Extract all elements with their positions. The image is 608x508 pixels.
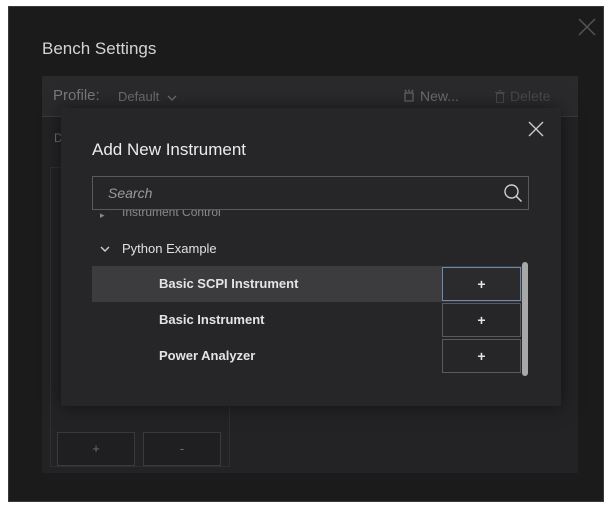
add-item-button[interactable]: + bbox=[442, 339, 521, 373]
instrument-label: Basic Instrument bbox=[159, 312, 265, 327]
chevron-down-icon bbox=[100, 246, 110, 252]
bench-settings-title: Bench Settings bbox=[42, 39, 157, 58]
close-icon[interactable] bbox=[576, 16, 598, 38]
new-profile-button[interactable]: New... bbox=[402, 88, 459, 104]
delete-profile-label: Delete bbox=[510, 88, 551, 104]
tree-group-label: Python Example bbox=[122, 241, 217, 256]
new-icon bbox=[404, 89, 414, 102]
profile-dropdown[interactable]: Default bbox=[118, 89, 178, 104]
profile-label: Profile: bbox=[53, 87, 100, 104]
remove-instrument-button[interactable]: - bbox=[143, 432, 221, 466]
trash-icon bbox=[495, 90, 505, 104]
instrument-label: Basic SCPI Instrument bbox=[159, 276, 299, 291]
scrollbar-thumb[interactable] bbox=[522, 262, 528, 376]
instrument-tree: ▸ Instrument Control Python Example Basi… bbox=[92, 210, 532, 378]
tree-group-python-example[interactable]: Python Example bbox=[92, 234, 522, 264]
list-item[interactable]: Power Analyzer + bbox=[92, 338, 522, 374]
search-box bbox=[92, 176, 529, 210]
add-instrument-dialog: Add New Instrument ▸ Instrument Control … bbox=[61, 108, 561, 406]
close-icon[interactable] bbox=[526, 119, 546, 139]
chevron-right-icon: ▸ bbox=[100, 210, 105, 220]
delete-profile-button[interactable]: Delete bbox=[494, 88, 550, 104]
add-instrument-button[interactable]: + bbox=[57, 432, 135, 466]
instrument-label: Power Analyzer bbox=[159, 348, 256, 363]
chevron-down-icon bbox=[167, 95, 177, 101]
add-item-button[interactable]: + bbox=[442, 267, 521, 301]
dialog-title: Add New Instrument bbox=[92, 140, 247, 159]
profile-value: Default bbox=[118, 89, 160, 104]
tree-group-label-cut: Instrument Control bbox=[122, 210, 221, 219]
search-icon[interactable] bbox=[503, 183, 523, 203]
add-item-button[interactable]: + bbox=[442, 303, 521, 337]
search-input[interactable] bbox=[93, 177, 493, 209]
list-item[interactable]: Basic SCPI Instrument + bbox=[92, 266, 522, 302]
list-item[interactable]: Basic Instrument + bbox=[92, 302, 522, 338]
new-profile-label: New... bbox=[420, 88, 459, 104]
